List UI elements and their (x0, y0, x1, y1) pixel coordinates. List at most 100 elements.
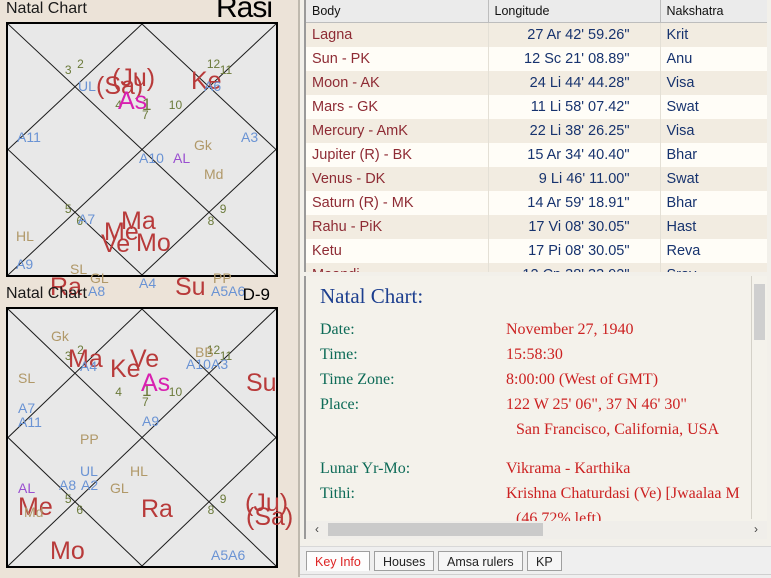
info-row-label: Tithi: (320, 485, 355, 502)
table-row[interactable]: Mars - GK 11 Li 58' 07.42" Swat (306, 95, 767, 119)
house-number-3: 3 (64, 63, 72, 78)
chart-glyph-a4: A4 (80, 358, 98, 374)
info-content: Natal Chart: Date: November 27, 1940 Time:… (320, 284, 767, 521)
house-number-9: 9 (219, 202, 227, 217)
chart-glyph-su: Su (246, 369, 277, 397)
table-row[interactable]: Venus - DK 9 Li 46' 11.00" Swat (306, 167, 767, 191)
tab-houses[interactable]: Houses (374, 551, 435, 571)
chart-glyph-sl: SL (18, 370, 36, 386)
chart-glyph-gk: Gk (51, 328, 69, 344)
d9-chart-canvas[interactable]: 1 2 3 4 5 6 7 8 9 10 11 12 Gk Ma A4 Ke Ve As BB A10 A3 Su SL A7… (6, 307, 293, 568)
info-row: Date: November 27, 1940 (320, 321, 767, 346)
info-row-label: Date: (320, 321, 355, 338)
rasi-chart-header: Natal Chart Rasi (0, 0, 300, 24)
tab-bar: Key Info Houses Amsa rulers KP (300, 546, 771, 578)
cell-longitude: 14 Ar 59' 18.91" (488, 191, 661, 215)
tab-amsa-rulers[interactable]: Amsa rulers (438, 551, 523, 571)
natal-chart-info-panel[interactable]: Natal Chart: Date: November 27, 1940 Time:… (304, 276, 767, 521)
table-row[interactable]: Moon - AK 24 Li 44' 44.28" Visa (306, 71, 767, 95)
cell-longitude: 24 Li 44' 44.28" (488, 71, 661, 95)
chart-glyph-md: Md (24, 504, 44, 520)
scroll-right-arrow-icon[interactable]: › (749, 522, 763, 537)
info-row-label: Place: (320, 396, 360, 413)
chart-glyph-a7: A7 (78, 211, 96, 227)
info-row: Place: 122 W 25' 06", 37 N 46' 30" (320, 396, 767, 421)
tab-kp[interactable]: KP (527, 551, 562, 571)
info-row: Time Zone: 8:00:00 (West of GMT) (320, 371, 767, 396)
info-horizontal-scrollbar[interactable]: ‹ › (304, 521, 767, 539)
chart-glyph-hl: HL (130, 463, 148, 479)
chart-glyph-gk: Gk (194, 137, 212, 153)
info-row: Time: 15:58:30 (320, 346, 767, 371)
application-window: Natal Chart Rasi 1 2 3 4 5 6 7 8 9 10 11 12 (Sa) (Ju)… (0, 0, 771, 578)
chart-glyph-a10: A10 (186, 356, 211, 372)
info-row-value: Vikrama - Karthika (506, 460, 631, 477)
info-vertical-scroll-thumb[interactable] (754, 284, 765, 340)
rasi-chart-block[interactable]: Natal Chart Rasi 1 2 3 4 5 6 7 8 9 10 11 12 (Sa) (Ju)… (0, 0, 300, 300)
rasi-chart-title: Natal Chart (6, 0, 87, 17)
cell-longitude: 17 Vi 08' 30.05" (488, 215, 661, 239)
chart-glyph-a7: A7 (18, 400, 36, 416)
info-row-label: Time Zone: (320, 371, 395, 388)
chart-glyph-a9: A9 (16, 256, 34, 272)
info-row-value: 15:58:30 (506, 346, 563, 363)
chart-glyph-a11: A11 (18, 414, 42, 430)
charts-pane: Natal Chart Rasi 1 2 3 4 5 6 7 8 9 10 11 12 (Sa) (Ju)… (0, 0, 300, 577)
cell-body: Moon - AK (306, 71, 489, 95)
chart-glyph-ul: UL (78, 78, 96, 94)
cell-nakshatra: Bhar (660, 191, 767, 215)
info-row: (46.72% left) (320, 510, 767, 521)
cell-body: Venus - DK (306, 167, 489, 191)
info-row: San Francisco, California, USA (320, 421, 767, 446)
info-panel-title: Natal Chart: (320, 284, 424, 308)
table-row[interactable]: Rahu - PiK 17 Vi 08' 30.05" Hast (306, 215, 767, 239)
table-row[interactable]: Lagna 27 Ar 42' 59.26" Krit (306, 22, 767, 47)
planet-positions-grid[interactable]: Body Longitude Nakshatra Lagna 27 Ar 42' … (304, 0, 767, 272)
table-header-row: Body Longitude Nakshatra (306, 0, 767, 23)
chart-glyph-a10: A10 (139, 150, 164, 166)
cell-body: Jupiter (R) - BK (306, 143, 489, 167)
cell-nakshatra: Swat (660, 167, 767, 191)
tab-key-info[interactable]: Key Info (306, 551, 370, 571)
info-row-label: Time: (320, 346, 358, 363)
chart-glyph-a3: A3 (241, 129, 259, 145)
rasi-chart-canvas[interactable]: 1 2 3 4 5 6 7 8 9 10 11 12 (Sa) (Ju) As Ke A6 UL A11 A3 Gk AL… (6, 22, 278, 300)
chart-glyph-ve: Ve (101, 230, 131, 258)
cell-nakshatra: Visa (660, 71, 767, 95)
house-number-9: 9 (219, 491, 227, 506)
cell-longitude: 12 Cp 38' 33.92" (488, 263, 661, 272)
info-row-value: Krishna Chaturdasi (Ve) [Jwaalaa M (506, 485, 740, 502)
info-horizontal-scroll-thumb[interactable] (328, 523, 543, 536)
column-header-nakshatra[interactable]: Nakshatra (660, 0, 767, 23)
column-header-body[interactable]: Body (306, 0, 489, 23)
info-row-value: 8:00:00 (West of GMT) (506, 371, 659, 388)
cell-body: Mars - GK (306, 95, 489, 119)
cell-nakshatra: Hast (660, 215, 767, 239)
d9-chart-header: Natal Chart D-9 (0, 285, 300, 307)
table-row[interactable]: Maandi12 Cp 38' 33.92"Srav (306, 263, 767, 272)
table-row[interactable]: Mercury - AmK 22 Li 38' 26.25" Visa (306, 119, 767, 143)
chart-glyph-gl: GL (110, 480, 129, 496)
info-vertical-scrollbar[interactable] (751, 276, 767, 519)
chart-glyph-ul: UL (80, 463, 98, 479)
chart-glyph-a3: A3 (211, 356, 229, 372)
house-number-8: 8 (207, 213, 215, 228)
info-row: Tithi: Krishna Chaturdasi (Ve) [Jwaalaa M (320, 485, 767, 510)
house-number-8: 8 (207, 503, 215, 518)
chart-glyph-mo: Mo (50, 537, 85, 565)
scroll-left-arrow-icon[interactable]: ‹ (310, 522, 324, 537)
d9-chart-title: Natal Chart (6, 285, 87, 302)
chart-glyph-a9: A9 (142, 413, 160, 429)
table-row[interactable]: Jupiter (R) - BK 15 Ar 34' 40.40" Bhar (306, 143, 767, 167)
planet-table: Body Longitude Nakshatra Lagna 27 Ar 42' … (306, 0, 767, 272)
table-row[interactable]: Ketu 17 Pi 08' 30.05" Reva (306, 239, 767, 263)
chart-glyph-a11: A11 (17, 129, 41, 145)
table-row[interactable]: Sun - PK 12 Sc 21' 08.89" Anu (306, 47, 767, 71)
d9-chart-block[interactable]: Natal Chart D-9 1 2 3 4 5 6 7 8 9 10 11 12 Gk Ma A4 Ke V… (0, 285, 300, 568)
chart-glyph-mo: Mo (136, 229, 171, 257)
column-header-longitude[interactable]: Longitude (488, 0, 661, 23)
house-number-6: 6 (76, 503, 84, 518)
chart-glyph-as: As (141, 369, 171, 397)
house-number-10: 10 (168, 385, 183, 400)
table-row[interactable]: Saturn (R) - MK 14 Ar 59' 18.91" Bhar (306, 191, 767, 215)
